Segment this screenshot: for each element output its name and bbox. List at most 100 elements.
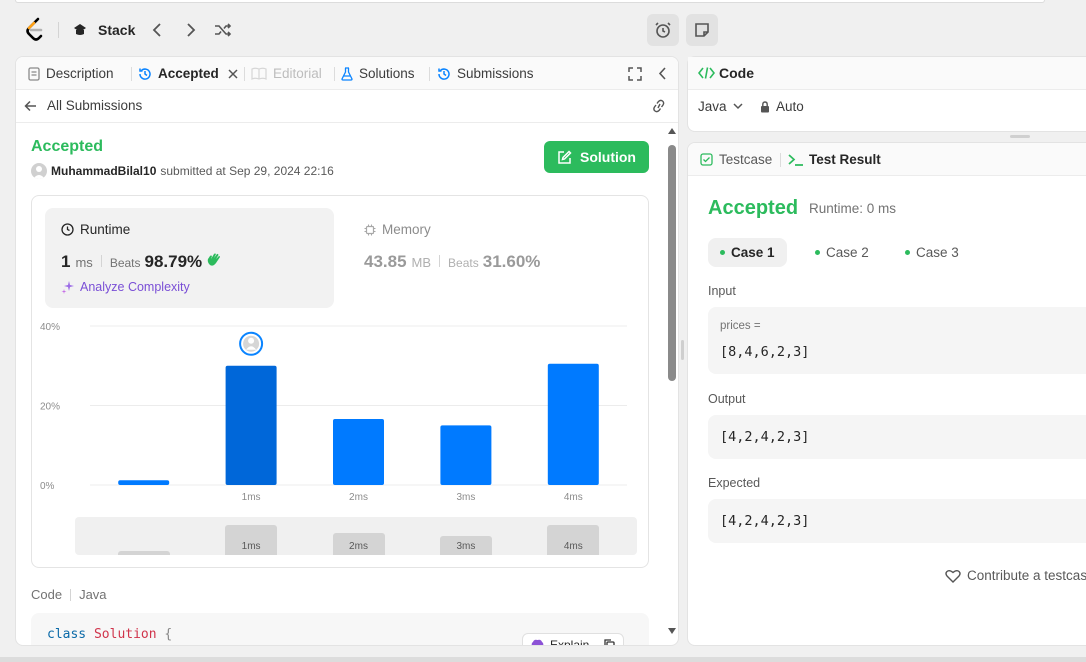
- next-problem-button[interactable]: [180, 19, 202, 41]
- shuffle-icon: [215, 23, 232, 37]
- tab-code[interactable]: Code: [698, 65, 754, 81]
- tab-label: Editorial: [273, 66, 322, 81]
- input-value: [8,4,6,2,3]: [720, 344, 810, 360]
- heart-icon: [945, 569, 961, 583]
- pass-dot-icon: [815, 250, 820, 255]
- divider: [131, 67, 132, 81]
- expected-value: [4,2,4,2,3]: [720, 513, 810, 529]
- problem-list-title[interactable]: Stack: [98, 22, 135, 38]
- history-icon: [139, 67, 151, 80]
- pass-dot-icon: [905, 250, 910, 255]
- case-tab-2[interactable]: Case 2: [803, 238, 881, 267]
- username[interactable]: MuhammadBilal10: [51, 164, 156, 178]
- scroll-up-icon[interactable]: [667, 127, 677, 135]
- expected-box: [4,2,4,2,3]: [708, 499, 1086, 543]
- test-result-label: Test Result: [809, 152, 881, 167]
- selected-language: Java: [698, 99, 727, 114]
- case-label: Case 3: [916, 245, 959, 260]
- vertical-resize-handle[interactable]: [1010, 135, 1030, 138]
- bar[interactable]: [225, 365, 277, 485]
- mini-bar: 2ms: [332, 533, 385, 555]
- explain-button[interactable]: Explain: [522, 633, 624, 646]
- leetcode-logo-icon[interactable]: [24, 17, 48, 43]
- avatar[interactable]: [31, 163, 47, 179]
- checkbox-icon: [700, 153, 713, 166]
- result-status: Accepted: [708, 197, 799, 219]
- random-problem-button[interactable]: [212, 19, 234, 41]
- mini-bar: 4ms: [547, 525, 600, 555]
- link-icon[interactable]: [651, 99, 667, 113]
- divider: [58, 22, 59, 38]
- code-editor-panel: Code Java Auto: [687, 56, 1086, 132]
- code-language: Java: [79, 587, 107, 602]
- contribute-label: Contribute a testcas: [967, 568, 1086, 583]
- scrollbar-thumb[interactable]: [668, 145, 676, 381]
- alarm-clock-icon: [655, 22, 671, 38]
- bar[interactable]: [440, 425, 492, 485]
- code-keyword: class: [47, 627, 87, 642]
- collapse-panel-icon[interactable]: [658, 67, 666, 80]
- left-tab-bar: Description Accepted Editorial Solutions…: [16, 57, 678, 90]
- mini-bar: 1ms: [225, 525, 278, 555]
- user-icon: [33, 166, 45, 179]
- edit-icon: [558, 149, 572, 164]
- language-select[interactable]: Java: [698, 99, 743, 114]
- explain-label: Explain: [550, 638, 590, 646]
- notes-button[interactable]: [686, 14, 718, 46]
- tab-editorial[interactable]: Editorial: [251, 57, 322, 90]
- result-tab-bar: Testcase Test Result: [688, 143, 1086, 176]
- contribute-testcase-link[interactable]: Contribute a testcas: [945, 568, 1086, 583]
- code-brace: {: [164, 627, 173, 642]
- result-runtime: Runtime: 0 ms: [809, 201, 897, 216]
- performance-card: Runtime 1 ms Beats 98.79% Analyze Comple…: [31, 195, 649, 568]
- code-tab-bar: Code: [688, 57, 1086, 90]
- tab-accepted[interactable]: Accepted: [138, 57, 238, 90]
- document-icon: [28, 66, 40, 81]
- code-heading: Code Java: [31, 587, 107, 602]
- bar[interactable]: [547, 363, 599, 485]
- case-tab-3[interactable]: Case 3: [893, 238, 971, 267]
- lock-icon: [761, 100, 769, 112]
- taskbar-strip: [0, 657, 1086, 662]
- scroll-down-icon[interactable]: [667, 627, 677, 635]
- timer-button[interactable]: [647, 14, 679, 46]
- output-box: [4,2,4,2,3]: [708, 415, 1086, 459]
- tab-testcase[interactable]: Testcase: [700, 152, 772, 167]
- submitted-code-block[interactable]: class Solution { Explain: [31, 613, 649, 646]
- chevron-left-icon: [152, 23, 161, 37]
- distribution-range-selector[interactable]: 1ms 2ms 3ms 4ms: [75, 517, 637, 555]
- code-tab-label: Code: [719, 65, 754, 81]
- y-tick-label: 0%: [40, 481, 55, 492]
- close-icon[interactable]: [228, 68, 238, 79]
- panel-resize-handle[interactable]: [681, 340, 684, 360]
- write-solution-button[interactable]: Solution: [544, 141, 649, 173]
- all-submissions-link[interactable]: All Submissions: [24, 98, 142, 113]
- copy-icon[interactable]: [604, 639, 615, 646]
- chevron-down-icon: [733, 103, 743, 110]
- code-icon: [698, 67, 715, 79]
- divider: [70, 588, 72, 601]
- case-tab-1[interactable]: Case 1: [708, 238, 787, 267]
- divider: [244, 67, 245, 81]
- tab-description[interactable]: Description: [28, 57, 114, 90]
- tab-solutions[interactable]: Solutions: [341, 57, 415, 90]
- tab-submissions[interactable]: Submissions: [437, 57, 534, 90]
- bar[interactable]: [118, 480, 170, 485]
- tab-test-result[interactable]: Test Result: [788, 152, 881, 167]
- auto-mode-toggle[interactable]: Auto: [760, 99, 804, 114]
- bar[interactable]: [333, 419, 384, 485]
- top-window-edge: [15, 0, 1045, 3]
- scrollbar[interactable]: [666, 127, 678, 645]
- y-tick-label: 20%: [40, 402, 60, 413]
- case-label: Case 1: [731, 245, 775, 260]
- submission-panel: Description Accepted Editorial Solutions…: [15, 56, 679, 646]
- tab-label: Submissions: [457, 66, 534, 81]
- book-icon: [251, 67, 267, 80]
- maximize-icon[interactable]: [628, 67, 642, 81]
- mini-bar: [117, 551, 170, 555]
- previous-problem-button[interactable]: [146, 19, 168, 41]
- runtime-distribution-chart[interactable]: 0% 20% 40% 1ms 2ms 3ms 4ms: [32, 196, 650, 516]
- submitted-time: submitted at Sep 29, 2024 22:16: [160, 164, 334, 178]
- arrow-left-icon: [24, 100, 36, 111]
- input-box: prices = [8,4,6,2,3]: [708, 307, 1086, 374]
